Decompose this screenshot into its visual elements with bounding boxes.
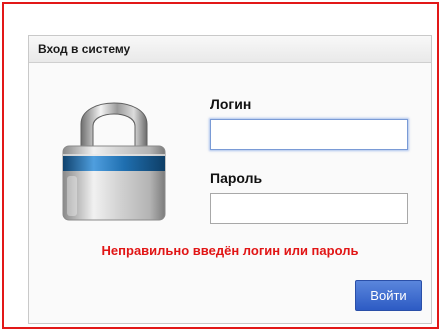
padlock-icon bbox=[62, 102, 166, 221]
dialog-title: Вход в систему bbox=[38, 42, 131, 56]
error-message: Неправильно введён логин или пароль bbox=[101, 243, 359, 258]
password-label: Пароль bbox=[210, 170, 263, 186]
password-input[interactable] bbox=[210, 193, 408, 224]
login-input[interactable] bbox=[210, 119, 408, 150]
highlight-frame: Вход в систему Логин Пароль Неправильно … bbox=[2, 2, 439, 329]
login-button[interactable]: Войти bbox=[355, 280, 422, 311]
login-label: Логин bbox=[210, 96, 252, 112]
dialog-titlebar: Вход в систему bbox=[29, 36, 431, 63]
login-dialog: Вход в систему Логин Пароль Неправильно … bbox=[28, 35, 432, 324]
